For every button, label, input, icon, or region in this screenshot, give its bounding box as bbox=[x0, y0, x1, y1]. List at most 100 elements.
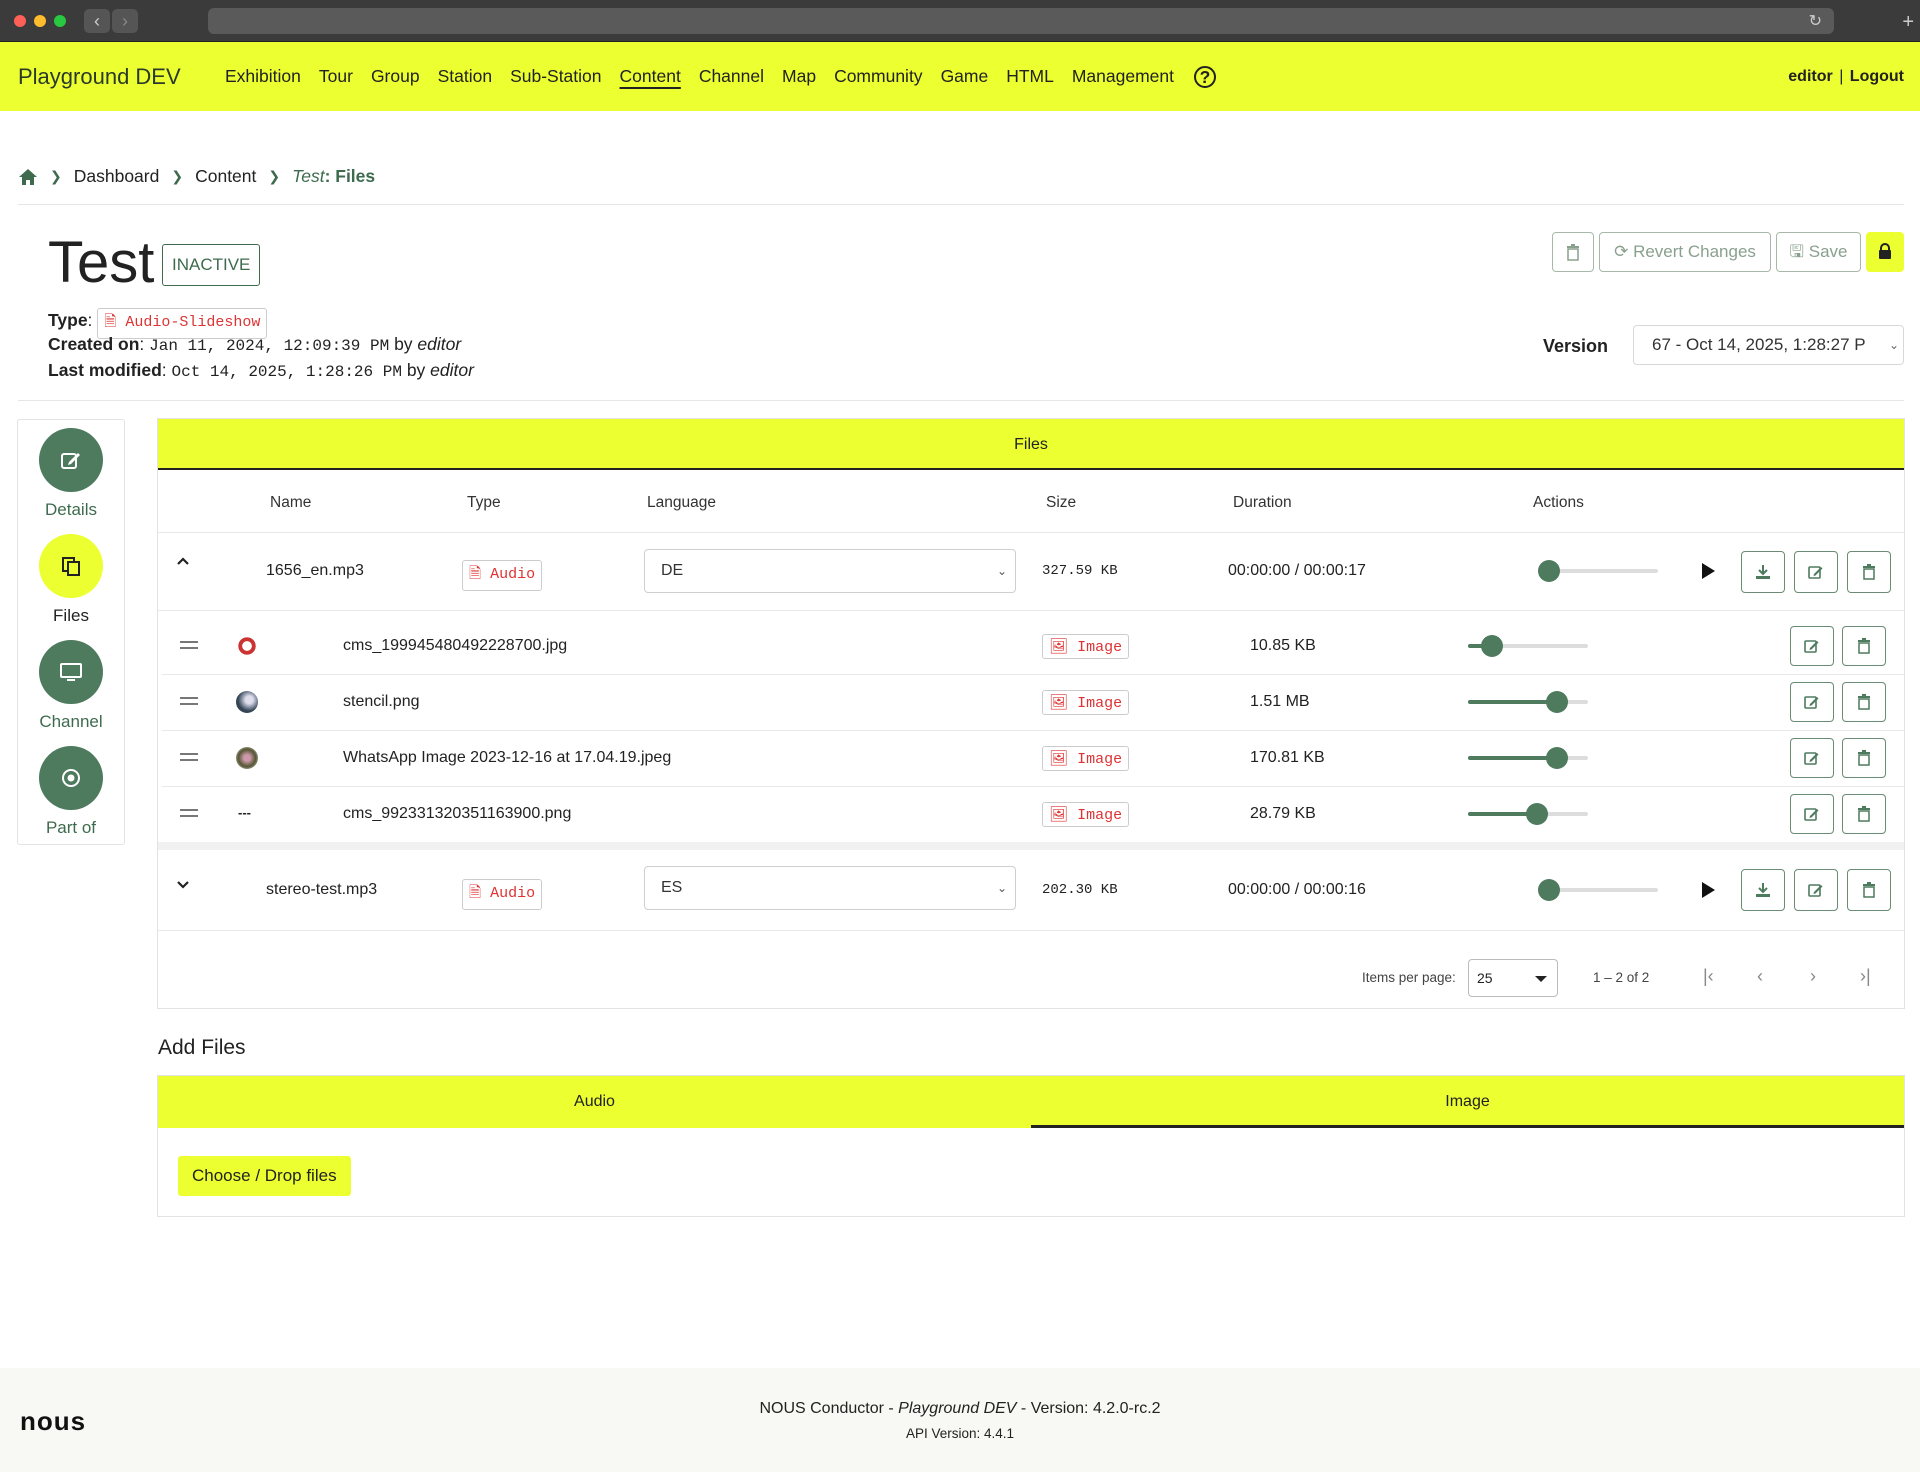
language-select[interactable]: ES ⌄ bbox=[644, 866, 1016, 910]
row-divider bbox=[158, 532, 1904, 533]
delete-button[interactable] bbox=[1842, 794, 1886, 834]
download-button[interactable] bbox=[1741, 869, 1785, 911]
sidenav-item-channel[interactable]: Channel bbox=[18, 640, 124, 732]
edit-button[interactable] bbox=[1790, 738, 1834, 778]
modified-row: Last modified: Oct 14, 2025, 1:28:26 PM … bbox=[48, 360, 474, 381]
close-window-icon[interactable] bbox=[14, 15, 26, 27]
drag-handle-icon[interactable] bbox=[180, 753, 198, 761]
column-header-language[interactable]: Language bbox=[647, 494, 716, 512]
image-position-slider[interactable] bbox=[1468, 747, 1588, 769]
browser-chrome: ‹ › ↻ + bbox=[0, 0, 1920, 42]
column-header-type[interactable]: Type bbox=[467, 494, 501, 512]
edit-button[interactable] bbox=[1790, 626, 1834, 666]
row-divider bbox=[158, 610, 1904, 611]
lock-button[interactable] bbox=[1866, 232, 1904, 272]
add-files-tabs: Audio Image bbox=[158, 1076, 1904, 1128]
breadcrumb-content[interactable]: Content bbox=[195, 166, 256, 187]
save-button[interactable]: 🖫 Save bbox=[1776, 232, 1861, 272]
revert-changes-button[interactable]: ⟳ Revert Changes bbox=[1599, 232, 1771, 272]
nav-community[interactable]: Community bbox=[834, 66, 923, 88]
audio-duration: 00:00:00 / 00:00:17 bbox=[1228, 562, 1366, 579]
sidenav-item-details[interactable]: Details bbox=[18, 428, 124, 520]
edit-button[interactable] bbox=[1790, 682, 1834, 722]
image-type-badge: 🖼 Image bbox=[1042, 634, 1130, 659]
chevron-up-icon[interactable] bbox=[176, 556, 190, 566]
delete-button[interactable] bbox=[1847, 869, 1891, 911]
user-name[interactable]: editor bbox=[1788, 68, 1832, 85]
play-icon[interactable] bbox=[1702, 882, 1715, 898]
slider-knob[interactable] bbox=[1546, 691, 1568, 713]
items-per-page-select[interactable]: 25 bbox=[1468, 959, 1558, 997]
tab-audio[interactable]: Audio bbox=[158, 1076, 1031, 1128]
audio-progress-slider[interactable] bbox=[1538, 879, 1658, 901]
delete-button[interactable] bbox=[1842, 738, 1886, 778]
image-type-badge: 🖼 Image bbox=[1042, 802, 1130, 827]
nav-game[interactable]: Game bbox=[941, 66, 989, 88]
last-page-icon[interactable]: ›| bbox=[1860, 966, 1871, 987]
next-page-icon[interactable]: › bbox=[1810, 966, 1816, 987]
audio-size: 202.30 KB bbox=[1042, 882, 1118, 898]
tab-image[interactable]: Image bbox=[1031, 1076, 1904, 1128]
slider-knob[interactable] bbox=[1546, 747, 1568, 769]
nav-html[interactable]: HTML bbox=[1006, 66, 1054, 88]
drag-handle-icon[interactable] bbox=[180, 809, 198, 817]
slider-knob[interactable] bbox=[1538, 560, 1560, 582]
nav-channel[interactable]: Channel bbox=[699, 66, 764, 88]
back-arrow-icon[interactable]: ‹ bbox=[84, 9, 110, 33]
edit-icon bbox=[39, 428, 103, 492]
sidenav-label-files: Files bbox=[53, 606, 89, 625]
version-select[interactable]: 67 - Oct 14, 2025, 1:28:27 P ⌄ bbox=[1633, 325, 1904, 365]
slider-fill bbox=[1468, 700, 1557, 704]
nav-exhibition[interactable]: Exhibition bbox=[225, 66, 301, 88]
breadcrumb-dashboard[interactable]: Dashboard bbox=[74, 166, 160, 187]
delete-button[interactable] bbox=[1847, 551, 1891, 593]
column-header-name[interactable]: Name bbox=[270, 494, 311, 512]
delete-button[interactable] bbox=[1552, 232, 1594, 272]
minimize-window-icon[interactable] bbox=[34, 15, 46, 27]
new-tab-icon[interactable]: + bbox=[1902, 12, 1914, 32]
edit-button[interactable] bbox=[1794, 869, 1838, 911]
previous-page-icon[interactable]: ‹ bbox=[1757, 966, 1763, 987]
sidenav-item-files[interactable]: Files bbox=[18, 534, 124, 626]
maximize-window-icon[interactable] bbox=[54, 15, 66, 27]
nav-sub-station[interactable]: Sub-Station bbox=[510, 66, 601, 88]
chevron-down-icon[interactable] bbox=[176, 880, 190, 890]
reload-icon[interactable]: ↻ bbox=[1809, 11, 1822, 31]
app-brand[interactable]: Playground DEV bbox=[18, 64, 181, 90]
drag-handle-icon[interactable] bbox=[180, 697, 198, 705]
image-position-slider[interactable] bbox=[1468, 803, 1588, 825]
nav-group[interactable]: Group bbox=[371, 66, 420, 88]
drag-handle-icon[interactable] bbox=[180, 641, 198, 649]
slider-knob[interactable] bbox=[1481, 635, 1503, 657]
delete-button[interactable] bbox=[1842, 626, 1886, 666]
sidenav-item-part-of[interactable]: Part of bbox=[18, 746, 124, 838]
address-bar[interactable]: ↻ bbox=[208, 8, 1834, 34]
nav-tour[interactable]: Tour bbox=[319, 66, 353, 88]
column-header-duration[interactable]: Duration bbox=[1233, 494, 1292, 512]
edit-button[interactable] bbox=[1790, 794, 1834, 834]
image-position-slider[interactable] bbox=[1468, 691, 1588, 713]
slider-knob[interactable] bbox=[1538, 879, 1560, 901]
footer-app: NOUS Conductor bbox=[759, 1400, 884, 1417]
language-select[interactable]: DE ⌄ bbox=[644, 549, 1016, 593]
slider-knob[interactable] bbox=[1526, 803, 1548, 825]
nav-station[interactable]: Station bbox=[438, 66, 492, 88]
choose-files-button[interactable]: Choose / Drop files bbox=[178, 1156, 351, 1196]
play-icon[interactable] bbox=[1702, 563, 1715, 579]
help-icon[interactable]: ? bbox=[1194, 66, 1217, 88]
nav-map[interactable]: Map bbox=[782, 66, 816, 88]
home-icon[interactable] bbox=[18, 168, 38, 186]
created-row: Created on: Jan 11, 2024, 12:09:39 PM by… bbox=[48, 334, 462, 355]
edit-button[interactable] bbox=[1794, 551, 1838, 593]
first-page-icon[interactable]: |‹ bbox=[1703, 966, 1714, 987]
download-button[interactable] bbox=[1741, 551, 1785, 593]
nav-management[interactable]: Management bbox=[1072, 66, 1174, 88]
audio-progress-slider[interactable] bbox=[1538, 560, 1658, 582]
delete-button[interactable] bbox=[1842, 682, 1886, 722]
logout-link[interactable]: Logout bbox=[1850, 68, 1904, 85]
nav-content[interactable]: Content bbox=[620, 66, 681, 88]
image-position-slider[interactable] bbox=[1468, 635, 1588, 657]
modified-value: Oct 14, 2025, 1:28:26 PM bbox=[171, 363, 402, 381]
forward-arrow-icon[interactable]: › bbox=[112, 9, 138, 33]
column-header-size[interactable]: Size bbox=[1046, 494, 1076, 512]
